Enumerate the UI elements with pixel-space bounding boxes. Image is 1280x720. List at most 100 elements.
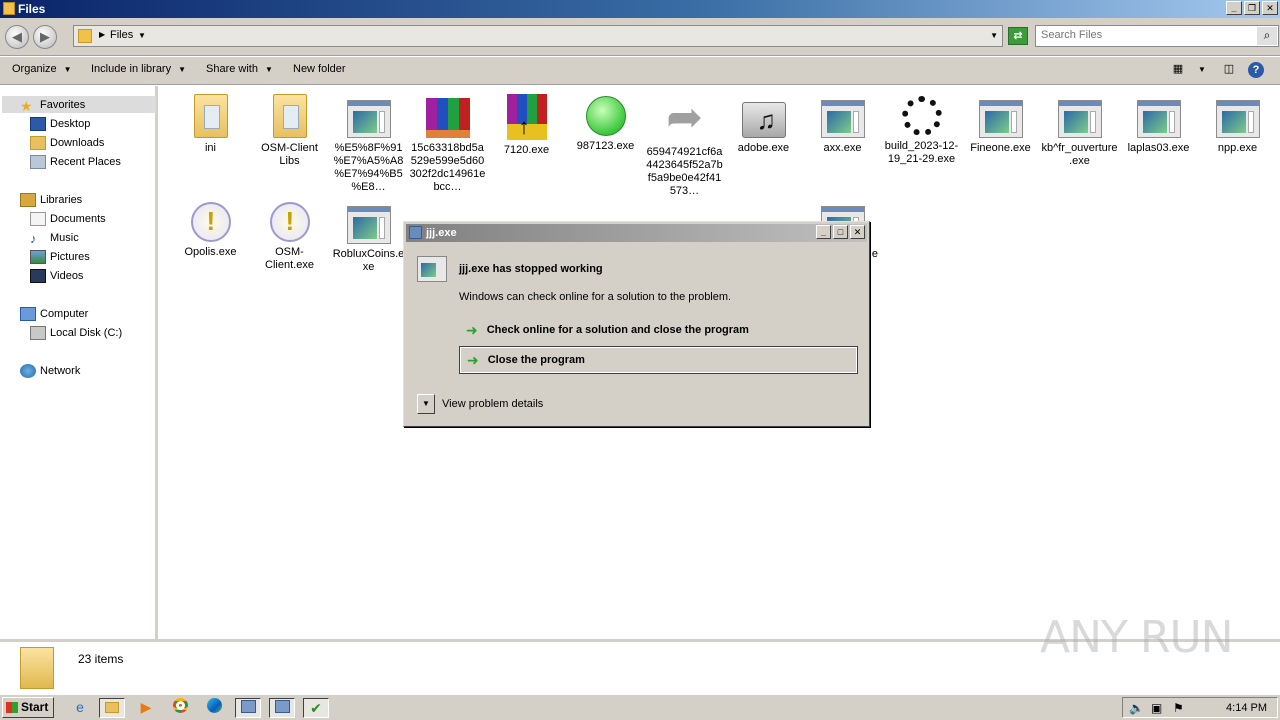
- file-label: 15c63318bd5a529e599e5d60302f2dc14961ebcc…: [409, 142, 486, 193]
- dialog-description: Windows can check online for a solution …: [459, 291, 732, 303]
- file-item[interactable]: %E5%8F%91%E7%A5%A8%E7%94%B5%E8…: [329, 94, 408, 194]
- close-program-button[interactable]: ➜ Close the program: [459, 346, 858, 374]
- music-icon: [741, 102, 786, 138]
- nav-item-downloads[interactable]: Downloads: [30, 134, 104, 151]
- volume-icon[interactable]: 🔈: [1129, 701, 1144, 715]
- nav-item-videos[interactable]: Videos: [30, 267, 83, 284]
- file-item[interactable]: RobluxCoins.exe: [329, 200, 408, 274]
- file-item[interactable]: Opolis.exe: [171, 200, 250, 259]
- nav-label: Libraries: [40, 193, 83, 206]
- search-input[interactable]: [1041, 29, 1251, 41]
- restore-button[interactable]: ❐: [1244, 1, 1260, 15]
- exe-icon: [1136, 100, 1181, 138]
- nav-item-libraries[interactable]: Libraries: [20, 191, 82, 208]
- address-bar[interactable]: ▶ Files ▼ ▼: [73, 25, 1003, 47]
- search-box[interactable]: ⌕: [1035, 25, 1279, 47]
- file-item[interactable]: laplas03.exe: [1119, 94, 1198, 155]
- chrome-icon[interactable]: [167, 698, 193, 718]
- file-item[interactable]: OSM-Client.exe: [250, 200, 329, 272]
- forward-button[interactable]: ▶: [33, 25, 57, 49]
- computer-icon: [20, 306, 36, 321]
- file-item[interactable]: build_2023-12-19_21-29.exe: [882, 94, 961, 166]
- back-button[interactable]: ◀: [5, 25, 29, 49]
- new-folder-button[interactable]: New folder: [293, 63, 346, 75]
- app-taskbar-icon[interactable]: [235, 698, 261, 718]
- app-taskbar-icon[interactable]: [269, 698, 295, 718]
- chevron-down-icon[interactable]: ▼: [138, 31, 146, 40]
- winrar-icon: [506, 94, 547, 140]
- check-online-button[interactable]: ➜ Check online for a solution and close …: [459, 316, 858, 344]
- address-row: ◀ ▶ ▶ Files ▼ ▼ ⇄ ⌕: [0, 18, 1280, 56]
- file-item[interactable]: 987123.exe: [566, 94, 645, 153]
- dialog-title-bar[interactable]: jjj.exe _ □ ✕: [406, 224, 867, 242]
- search-icon[interactable]: ⌕: [1257, 27, 1277, 45]
- nav-item-favorites[interactable]: ★ Favorites: [2, 96, 156, 114]
- nav-item-music[interactable]: ♪ Music: [30, 229, 79, 246]
- window-controls: _ ❐ ✕: [1226, 1, 1278, 15]
- preview-pane-icon[interactable]: ◫: [1220, 62, 1238, 78]
- breadcrumb-files[interactable]: Files: [110, 29, 133, 41]
- close-button[interactable]: ✕: [1262, 1, 1278, 15]
- check-online-label: Check online for a solution and close th…: [486, 324, 749, 336]
- start-button[interactable]: Start: [2, 697, 54, 718]
- nav-item-pictures[interactable]: Pictures: [30, 248, 90, 265]
- close-button[interactable]: ✕: [850, 225, 865, 239]
- explorer-taskbar-icon[interactable]: [99, 698, 125, 718]
- organize-button[interactable]: Organize ▼: [12, 63, 72, 75]
- folder-icon: [20, 647, 54, 689]
- desktop-icon: [30, 116, 46, 131]
- dialog-title: jjj.exe: [426, 227, 457, 239]
- documents-icon: [30, 211, 46, 226]
- chevron-right-icon[interactable]: ▶: [99, 30, 105, 39]
- chevron-down-icon[interactable]: ▼: [417, 394, 435, 414]
- dialog-heading: jjj.exe has stopped working: [459, 263, 603, 275]
- warning-icon: [190, 202, 231, 242]
- internet-explorer-icon[interactable]: e: [67, 698, 93, 718]
- file-item[interactable]: adobe.exe: [724, 94, 803, 155]
- nav-item-documents[interactable]: Documents: [30, 210, 106, 227]
- file-label: Fineone.exe: [970, 142, 1031, 154]
- error-reporting-taskbar-icon[interactable]: ✔: [303, 698, 329, 718]
- edge-icon[interactable]: [201, 698, 227, 718]
- nav-item-computer[interactable]: Computer: [20, 305, 88, 322]
- maximize-button[interactable]: □: [833, 225, 848, 239]
- minimize-button[interactable]: _: [816, 225, 831, 239]
- file-item[interactable]: kb^fr_ouverture.exe: [1040, 94, 1119, 168]
- pictures-icon: [30, 249, 46, 264]
- nav-item-local-disk[interactable]: Local Disk (C:): [30, 324, 122, 341]
- file-item[interactable]: 15c63318bd5a529e599e5d60302f2dc14961ebcc…: [408, 94, 487, 194]
- nav-label: Documents: [50, 212, 106, 225]
- network-tray-icon[interactable]: ▣: [1151, 701, 1162, 715]
- view-problem-details[interactable]: ▼ View problem details: [417, 394, 543, 414]
- file-label: ini: [204, 142, 216, 154]
- chevron-down-icon: ▼: [63, 65, 72, 74]
- minimize-button[interactable]: _: [1226, 1, 1242, 15]
- window-title-bar[interactable]: Files _ ❐ ✕: [0, 0, 1280, 18]
- file-item[interactable]: ➦ 659474921cf6a4423645f52a7bf5a9be0e42f41…: [645, 94, 724, 198]
- include-in-library-button[interactable]: Include in library ▼: [91, 63, 186, 75]
- arrow-right-icon: ➜: [467, 351, 479, 368]
- file-item[interactable]: npp.exe: [1198, 94, 1277, 155]
- arrow-right-icon: ➜: [466, 321, 478, 338]
- file-item[interactable]: ini: [171, 94, 250, 155]
- flag-icon[interactable]: ⚑: [1173, 701, 1184, 715]
- chevron-down-icon[interactable]: ▼: [1193, 62, 1211, 78]
- media-player-icon[interactable]: ▶: [133, 698, 159, 718]
- file-item[interactable]: axx.exe: [803, 94, 882, 155]
- file-item[interactable]: Fineone.exe: [961, 94, 1040, 155]
- view-options-icon[interactable]: ▦: [1169, 62, 1187, 78]
- nav-item-recent-places[interactable]: Recent Places: [30, 153, 121, 170]
- nav-item-desktop[interactable]: Desktop: [30, 115, 90, 132]
- clock[interactable]: 4:14 PM: [1226, 702, 1267, 714]
- nav-item-network[interactable]: Network: [20, 362, 80, 379]
- file-label: build_2023-12-19_21-29.exe: [884, 140, 959, 165]
- share-with-button[interactable]: Share with ▼: [206, 63, 273, 75]
- file-item[interactable]: OSM-Client Libs: [250, 94, 329, 168]
- address-dropdown-icon[interactable]: ▼: [990, 31, 998, 40]
- help-icon[interactable]: ?: [1248, 62, 1264, 78]
- application-icon: [417, 256, 447, 282]
- file-label: Opolis.exe: [184, 246, 237, 258]
- refresh-button[interactable]: ⇄: [1008, 27, 1028, 45]
- file-label: 987123.exe: [576, 140, 635, 152]
- file-item[interactable]: 7120.exe: [487, 94, 566, 157]
